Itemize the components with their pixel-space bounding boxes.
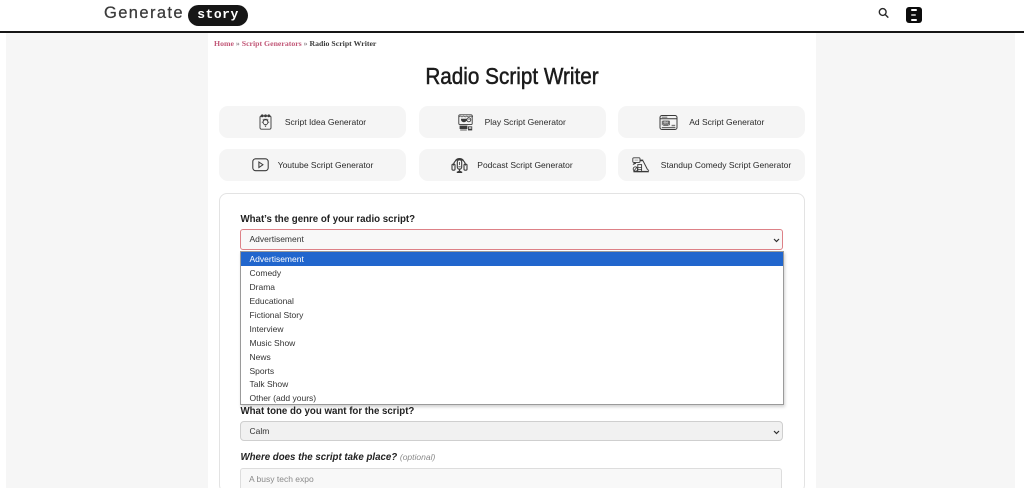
svg-text:AD: AD (664, 120, 668, 124)
